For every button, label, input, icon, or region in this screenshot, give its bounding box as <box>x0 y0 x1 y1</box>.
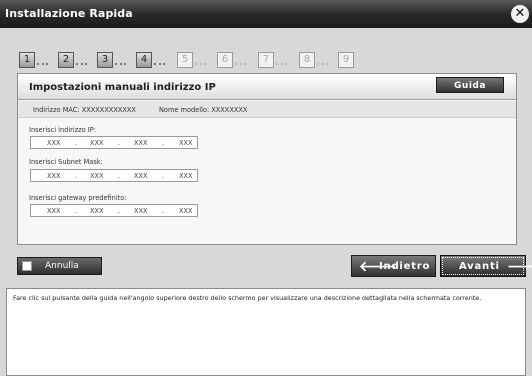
octet-2[interactable]: XXX <box>90 172 104 180</box>
subnet-mask-label: Inserisci Subnet Mask: <box>29 158 103 166</box>
octet-separator: . <box>118 172 121 180</box>
octet-3[interactable]: XXX <box>134 207 148 215</box>
subnet-mask-input[interactable]: XXX . XXX . XXX . XXX <box>30 169 198 182</box>
step-dots <box>115 61 126 65</box>
octet-1[interactable]: XXX <box>47 207 61 215</box>
octet-3[interactable]: XXX <box>134 139 148 147</box>
device-info-bar: Indirizzo MAC: XXXXXXXXXXXX Nome modello… <box>18 101 516 118</box>
next-button[interactable]: Avanti 🡒 <box>440 255 532 277</box>
step-dots <box>235 61 246 65</box>
back-button[interactable]: 🡐 Indietro <box>351 255 436 277</box>
next-label: Avanti <box>459 261 500 272</box>
step-number: 6 <box>217 52 233 68</box>
arrow-right-icon: 🡒 <box>507 259 532 275</box>
step-dots <box>154 61 165 65</box>
step-dots <box>276 61 287 65</box>
step-dots <box>37 61 48 65</box>
model-name: Nome modello: XXXXXXXX <box>159 106 248 114</box>
octet-separator: . <box>75 139 78 147</box>
octet-1[interactable]: XXX <box>47 139 61 147</box>
step-number: 2 <box>58 52 74 68</box>
octet-1[interactable]: XXX <box>47 172 61 180</box>
octet-4[interactable]: XXX <box>179 207 193 215</box>
cancel-label: Annulla <box>45 261 79 271</box>
title-bar: Installazione Rapida ✕ <box>0 0 532 28</box>
step-number: 7 <box>258 52 274 68</box>
step-number: 8 <box>299 52 315 68</box>
help-text: Fare clic sul pulsante della guida nell'… <box>13 294 482 302</box>
step-number: 5 <box>177 52 193 68</box>
ip-address-label: Inserisci indirizzo IP: <box>29 126 96 134</box>
default-gateway-label: Inserisci gateway predefinito: <box>29 194 127 202</box>
octet-separator: . <box>118 139 121 147</box>
octet-separator: . <box>75 207 78 215</box>
window-title: Installazione Rapida <box>5 7 133 20</box>
section-title: Impostazioni manuali indirizzo IP <box>29 82 216 93</box>
ip-settings-panel: Impostazioni manuali indirizzo IP Guida … <box>17 73 517 245</box>
step-number: 9 <box>338 52 354 68</box>
octet-4[interactable]: XXX <box>179 139 193 147</box>
step-number: 3 <box>97 52 113 68</box>
help-text-area: Fare clic sul pulsante della guida nell'… <box>6 288 526 376</box>
step-number: 4 <box>136 52 152 68</box>
octet-2[interactable]: XXX <box>90 139 104 147</box>
octet-separator: . <box>118 207 121 215</box>
quick-setup-window: Installazione Rapida ✕ 1 2 3 4 5 6 7 8 9… <box>0 0 532 376</box>
octet-2[interactable]: XXX <box>90 207 104 215</box>
step-dots <box>76 61 87 65</box>
close-icon[interactable]: ✕ <box>511 5 529 23</box>
default-gateway-input[interactable]: XXX . XXX . XXX . XXX <box>30 204 198 217</box>
step-dots <box>317 61 328 65</box>
mac-address: Indirizzo MAC: XXXXXXXXXXXX <box>33 106 136 114</box>
guide-button[interactable]: Guida <box>436 77 504 93</box>
cancel-button[interactable]: Annulla <box>17 257 102 275</box>
cancel-checkbox-icon <box>22 261 32 271</box>
octet-separator: . <box>75 172 78 180</box>
back-label: Indietro <box>379 261 431 272</box>
ip-address-input[interactable]: XXX . XXX . XXX . XXX <box>30 136 198 149</box>
action-bar: Annulla 🡐 Indietro Avanti 🡒 <box>17 249 532 283</box>
section-header: Impostazioni manuali indirizzo IP Guida <box>18 74 516 100</box>
step-number: 1 <box>19 52 35 68</box>
octet-separator: . <box>162 207 165 215</box>
octet-3[interactable]: XXX <box>134 172 148 180</box>
octet-4[interactable]: XXX <box>179 172 193 180</box>
step-dots <box>195 61 206 65</box>
octet-separator: . <box>162 172 165 180</box>
octet-separator: . <box>162 139 165 147</box>
